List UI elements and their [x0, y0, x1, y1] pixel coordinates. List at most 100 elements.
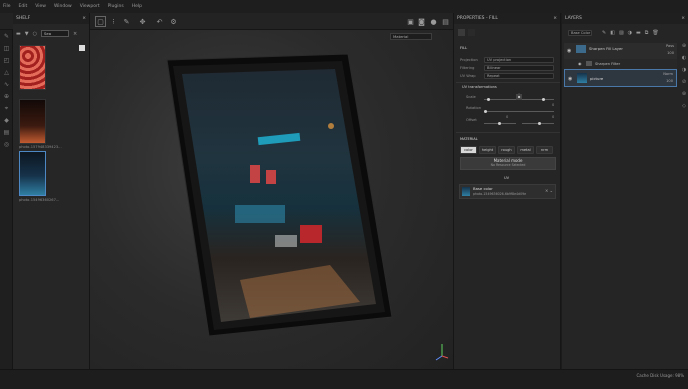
add-fill-layer-icon[interactable]: ◧ [610, 30, 615, 36]
bake-icon[interactable]: ◆ [2, 116, 11, 125]
picker-icon[interactable]: ⌖ [2, 104, 11, 113]
layer-item-selected[interactable]: ◉ picture Norm 100 [564, 69, 677, 87]
channel-metal-toggle[interactable]: metal [517, 146, 534, 154]
smudge-icon[interactable]: ∿ [2, 80, 11, 89]
layer-blend-mode[interactable]: Norm [663, 72, 673, 76]
viewport-options-icon[interactable]: ▤ [440, 16, 451, 27]
effect-visibility-icon[interactable]: ◉ [578, 61, 582, 66]
layer-channel-dropdown[interactable]: Base Color [568, 30, 592, 36]
polygon-fill-icon[interactable]: △ [2, 68, 11, 77]
fill-tab-icon[interactable] [458, 29, 465, 36]
menu-edit[interactable]: Edit [19, 4, 28, 9]
document-icon[interactable]: ▤ [2, 128, 11, 137]
shelf-thumb-2[interactable] [19, 99, 46, 144]
add-paint-layer-icon[interactable]: ▨ [619, 30, 624, 36]
channel-nrm-toggle[interactable]: nrm [536, 146, 553, 154]
channel-color-toggle[interactable]: color [460, 146, 477, 154]
undo-icon[interactable]: ↶ [154, 16, 165, 27]
add-mask-icon[interactable]: ◑ [628, 30, 632, 36]
close-icon[interactable]: × [553, 16, 557, 21]
projection-label: Projection [460, 58, 478, 62]
scale-label: Scale [466, 95, 476, 99]
duplicate-layer-icon[interactable]: ⧉ [645, 30, 649, 36]
menu-file[interactable]: File [3, 4, 11, 9]
layer-blend-mode[interactable]: Pass [666, 44, 674, 48]
projection-dropdown[interactable]: UV projection [484, 57, 554, 63]
layer-opacity[interactable]: 100 [667, 51, 674, 55]
menu-bar: File Edit View Window Viewport Plugins H… [0, 0, 688, 13]
clear-search-icon[interactable]: × [73, 31, 77, 37]
menu-window[interactable]: Window [54, 4, 72, 9]
menu-view[interactable]: View [35, 4, 46, 9]
visibility-eye-icon[interactable]: ◉ [567, 48, 571, 54]
material-tab-icon[interactable] [468, 29, 475, 36]
uv-transform-title[interactable]: UV transformations [462, 85, 497, 89]
close-icon[interactable]: × [681, 16, 685, 21]
layer-item[interactable]: ◉ Sharpen Fill Layer Pass 100 [564, 43, 677, 59]
filtering-dropdown[interactable]: Bilinear [484, 65, 554, 71]
render-icon[interactable]: ● [428, 16, 439, 27]
base-color-title: Base color [473, 186, 493, 191]
search-icon[interactable]: ○ [33, 31, 37, 37]
cache-disk-usage: Cache Disk Usage: 98% [636, 373, 684, 378]
channel-height-toggle[interactable]: height [479, 146, 496, 154]
shelf-thumb-label: photo-157948339423... [19, 145, 62, 149]
menu-plugins[interactable]: Plugins [108, 4, 124, 9]
3d-viewport[interactable]: Material [90, 30, 453, 369]
move-icon[interactable]: ✥ [137, 16, 148, 27]
channel-toggles: color height rough metal nrm [460, 146, 556, 154]
screenshot-icon[interactable]: ◙ [416, 16, 427, 27]
material-section-title: MATERIAL [460, 137, 478, 141]
lock-icon[interactable]: ▪ [516, 94, 522, 100]
side-tool-icon-4[interactable]: ⊘ [682, 79, 686, 85]
display-settings-icon[interactable]: ◎ [2, 140, 11, 149]
slot-options-icon[interactable]: × ⌄ [545, 188, 553, 193]
effect-item[interactable]: ◉ Sharpen Filter [564, 59, 677, 69]
base-color-slot[interactable]: Base color photo-1549636026-6b9f8e4d09e … [459, 184, 556, 199]
layer-opacity[interactable]: 100 [666, 79, 673, 83]
view-mode-icon[interactable] [79, 45, 85, 51]
grid-icon[interactable]: ⁝ [108, 16, 119, 27]
search-input[interactable]: Sea [40, 30, 69, 37]
uvwrap-dropdown[interactable]: Repeat [484, 73, 554, 79]
eraser-icon[interactable]: ◫ [2, 44, 11, 53]
settings-icon[interactable]: ⚙ [168, 16, 179, 27]
camera-icon[interactable]: ▣ [405, 16, 416, 27]
folder-icon[interactable]: ▬ [16, 31, 21, 37]
side-tool-icon-6[interactable]: ◇ [682, 103, 686, 109]
side-tool-icon-3[interactable]: ◑ [682, 67, 686, 73]
offset-x-handle[interactable] [498, 122, 501, 125]
visibility-eye-icon[interactable]: ◉ [568, 76, 572, 82]
clone-icon[interactable]: ⊕ [2, 92, 11, 101]
close-icon[interactable]: × [82, 16, 86, 21]
menu-help[interactable]: Help [132, 4, 142, 9]
select-tool-icon[interactable]: ▢ [95, 16, 106, 27]
scale-slider-handle[interactable] [487, 98, 490, 101]
brush-icon[interactable]: ✎ [121, 16, 132, 27]
shelf-thumb-3[interactable] [19, 151, 46, 196]
filter-effect-icon [586, 61, 592, 66]
scale-slider[interactable] [484, 99, 532, 100]
tool-strip: ✎ ◫ ◰ △ ∿ ⊕ ⌖ ◆ ▤ ◎ [0, 30, 13, 369]
paint-icon[interactable]: ✎ [2, 32, 11, 41]
properties-panel: PROPERTIES - FILL × FILL Projection UV p… [453, 13, 561, 369]
menu-viewport[interactable]: Viewport [80, 4, 100, 9]
add-effect-icon[interactable]: ✎ [602, 30, 606, 36]
offset-y-handle[interactable] [538, 122, 541, 125]
axis-gizmo-icon [435, 344, 449, 361]
add-folder-icon[interactable]: ▬ [636, 30, 641, 36]
channel-rough-toggle[interactable]: rough [498, 146, 515, 154]
rotation-slider[interactable] [484, 111, 554, 112]
scale-slider-2-handle[interactable] [542, 98, 545, 101]
shelf-thumb-1[interactable] [19, 45, 46, 90]
shelf-title: SHELF [16, 16, 31, 21]
projection-icon[interactable]: ◰ [2, 56, 11, 65]
side-tool-icon-1[interactable]: ⊕ [682, 43, 686, 49]
rotation-slider-handle[interactable] [484, 110, 487, 113]
rotation-value: 0 [552, 103, 555, 107]
delete-layer-icon[interactable]: 🗑 [652, 30, 658, 36]
filter-icon[interactable]: ▼ [25, 31, 29, 37]
material-mode-button[interactable]: Material mode No Resource Selected [460, 157, 556, 170]
side-tool-icon-2[interactable]: ◐ [682, 55, 686, 61]
side-tool-icon-5[interactable]: ⊛ [682, 91, 686, 97]
